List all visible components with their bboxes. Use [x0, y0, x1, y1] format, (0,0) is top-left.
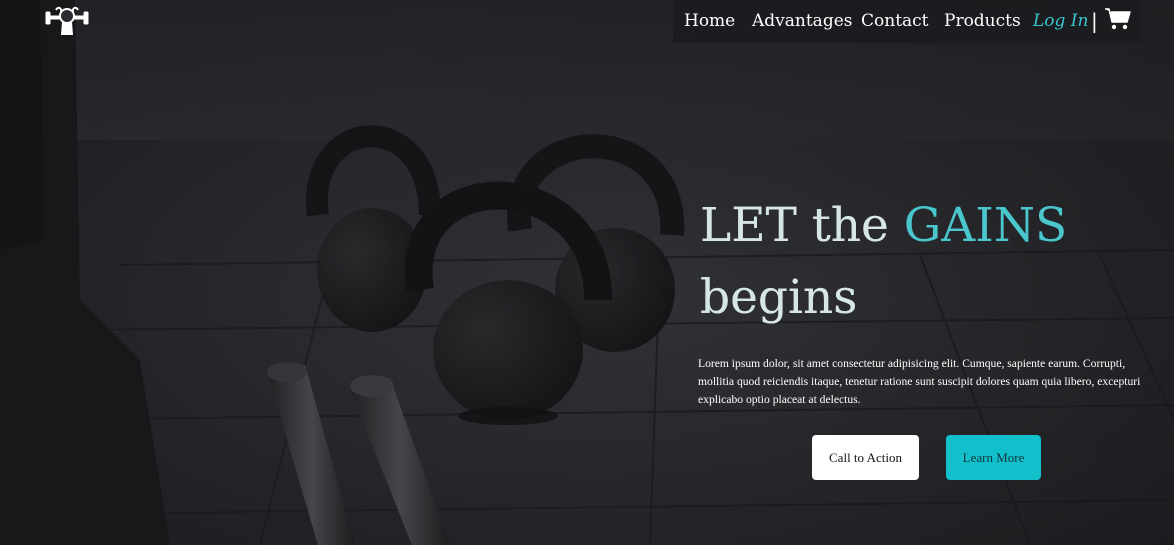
- nav-link-login[interactable]: Log In: [1033, 11, 1088, 31]
- call-to-action-button[interactable]: Call to Action: [812, 435, 919, 480]
- nav-link-advantages[interactable]: Advantages: [752, 11, 852, 31]
- headline-word-let: LET: [700, 198, 797, 253]
- nav-separator: |: [1091, 9, 1098, 33]
- headline-word-begins: begins: [700, 270, 858, 325]
- headline-word-gains: GAINS: [903, 198, 1068, 253]
- hero-headline: LET the GAINS begins: [700, 190, 1140, 334]
- learn-more-button[interactable]: Learn More: [946, 435, 1041, 480]
- nav-link-products[interactable]: Products: [944, 11, 1021, 31]
- fitness-logo-icon[interactable]: [44, 2, 90, 36]
- shopping-cart-icon[interactable]: [1104, 7, 1132, 31]
- hero-description: Lorem ipsum dolor, sit amet consectetur …: [698, 357, 1141, 406]
- nav-link-contact[interactable]: Contact: [861, 11, 929, 31]
- headline-word-the: the: [811, 198, 889, 253]
- nav-link-home[interactable]: Home: [684, 11, 735, 31]
